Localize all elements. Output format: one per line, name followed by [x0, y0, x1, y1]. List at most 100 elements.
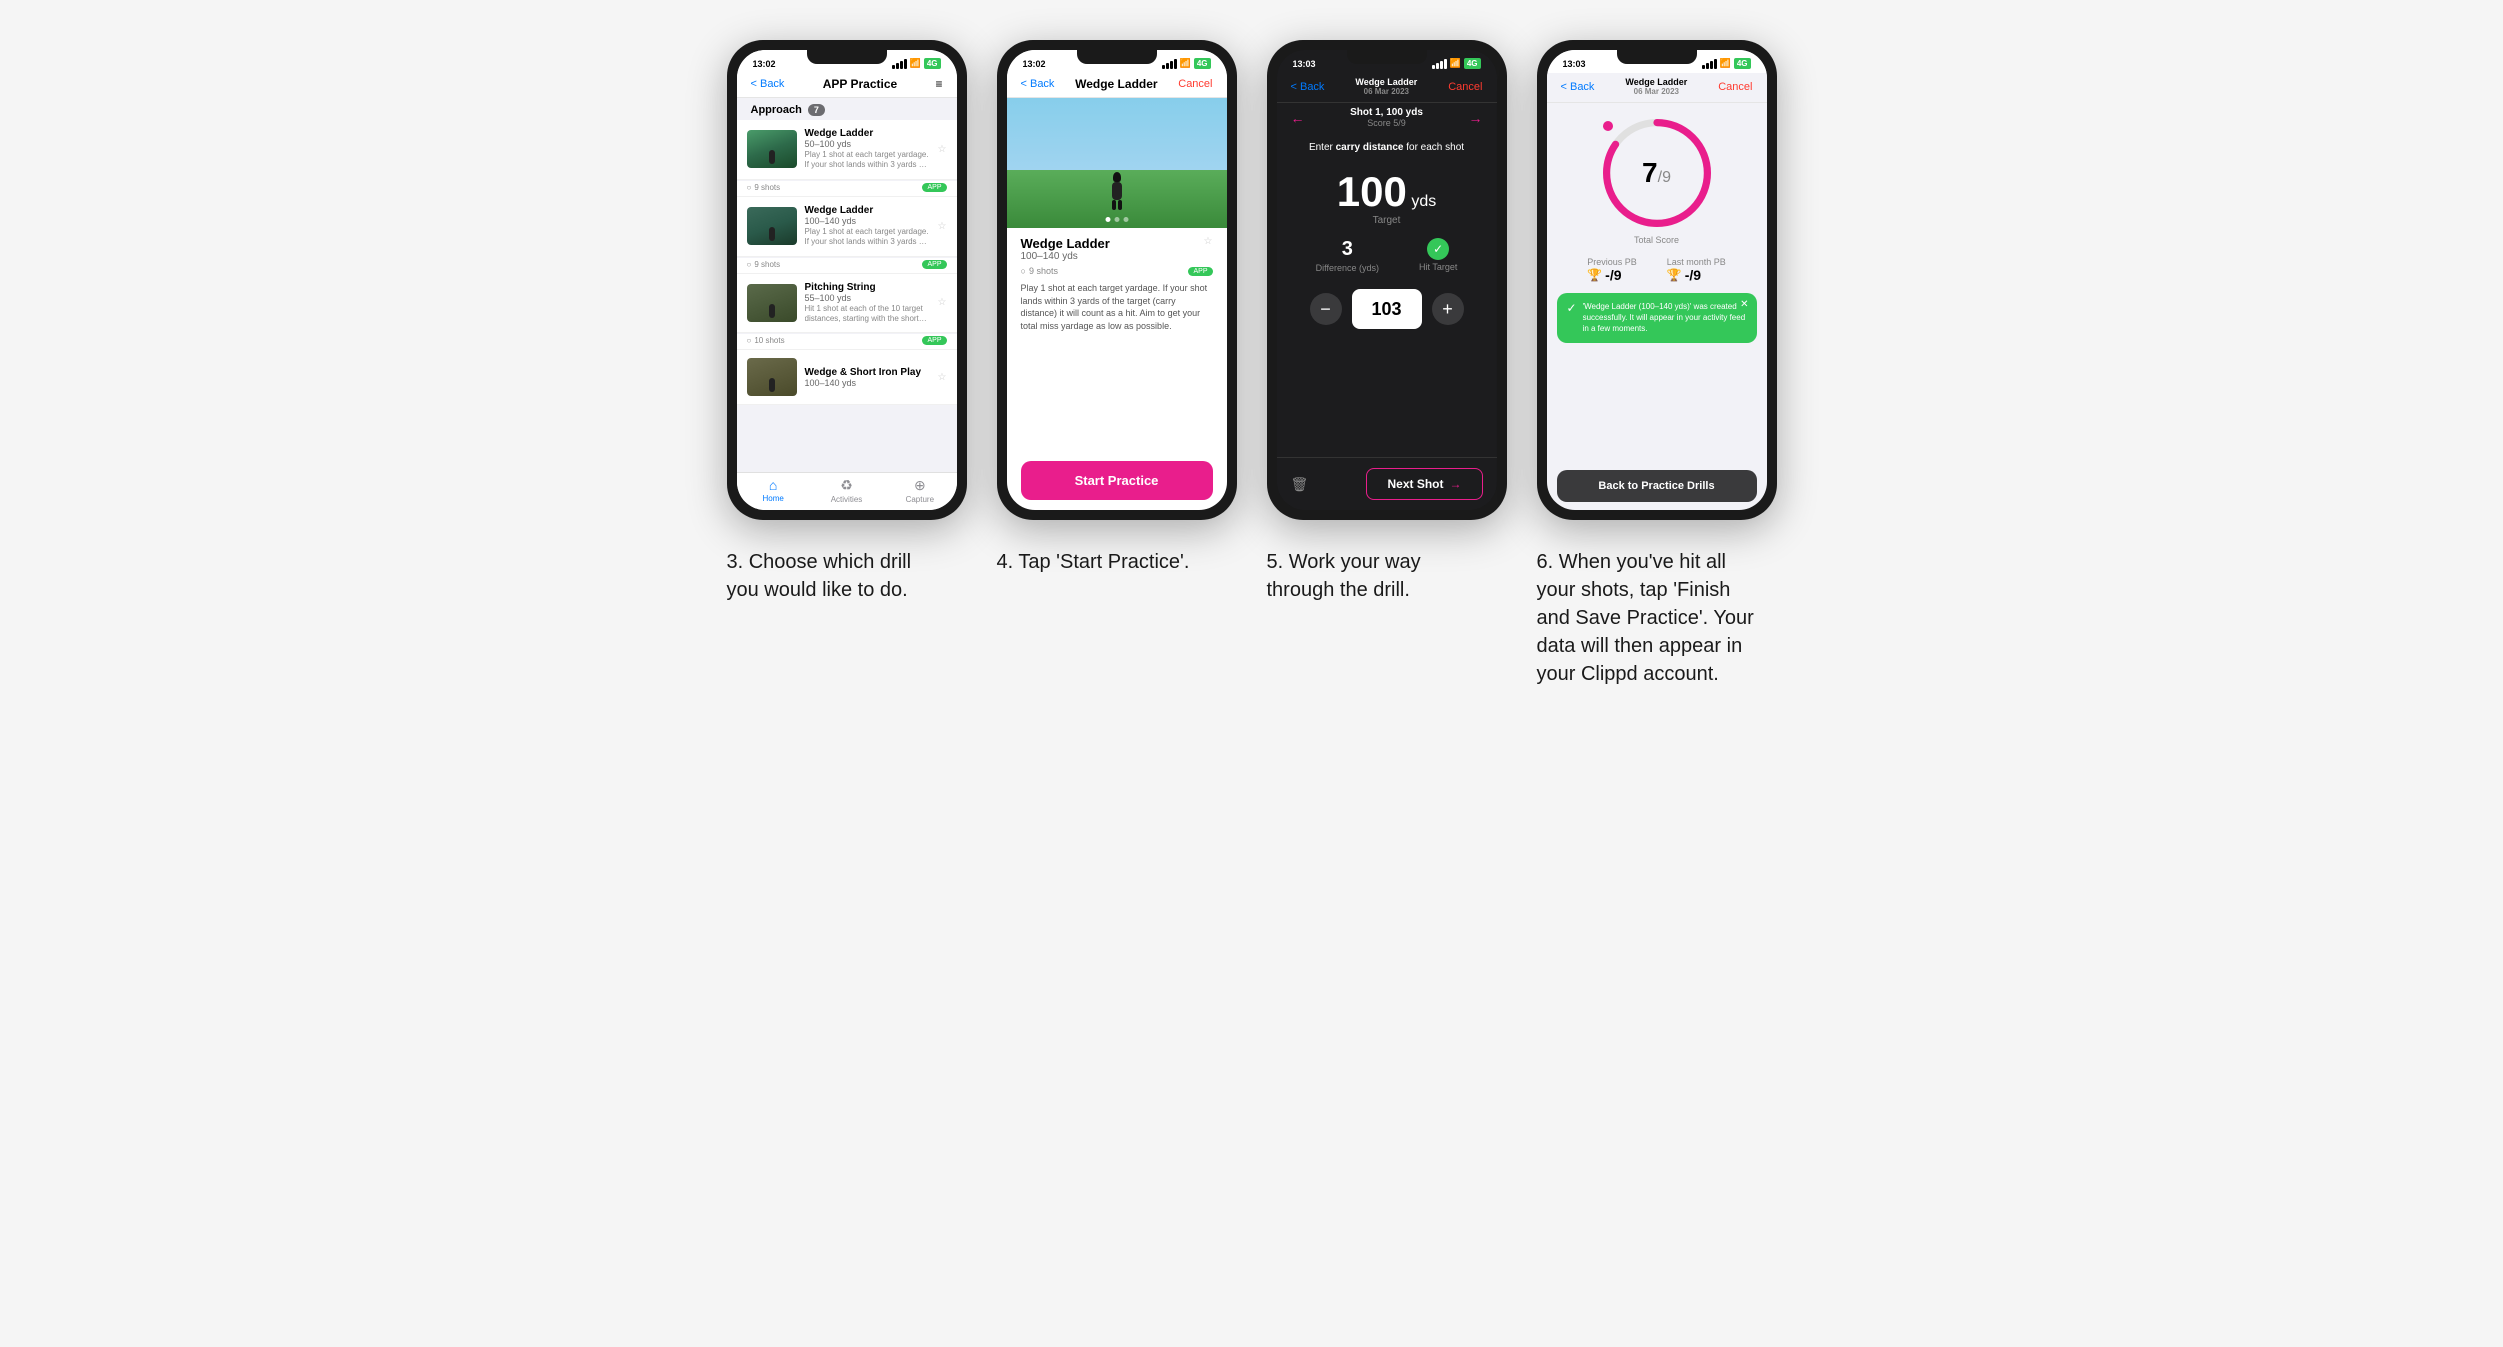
back-btn-3[interactable]: < Back [1291, 81, 1325, 93]
decrement-btn[interactable]: − [1310, 293, 1342, 325]
circle-inner: 7/9 [1642, 157, 1671, 189]
status-icons-1: 📶 4G [892, 58, 941, 69]
drill-name-3: Pitching String [805, 282, 930, 293]
shots-label-3: ○ 10 shots [747, 336, 785, 345]
legs [1112, 200, 1122, 210]
nav-bar-1: < Back APP Practice ≡ [737, 73, 957, 98]
shot-info: Shot 1, 100 yds Score 5/9 [1350, 107, 1423, 128]
thumb-golf-1 [747, 130, 797, 168]
drill-desc-3: Hit 1 shot at each of the 10 target dist… [805, 304, 930, 325]
head [1113, 172, 1121, 182]
cancel-btn-3[interactable]: Cancel [1448, 81, 1482, 93]
trophy-1: 🏆 [1587, 268, 1602, 282]
star-icon-2[interactable]: ☆ [938, 221, 947, 232]
back-to-drills-btn[interactable]: Back to Practice Drills [1557, 470, 1757, 502]
tab-activities[interactable]: ♻ Activities [810, 477, 883, 504]
drill-detail-left: Wedge Ladder 100–140 yds [1021, 236, 1110, 262]
drill-info-3: Pitching String 55–100 yds Hit 1 shot at… [805, 282, 930, 325]
phone-notch-3 [1347, 50, 1427, 64]
phone-frame-2: 13:02 📶 4G < Back Wedge Ladde [997, 40, 1237, 520]
success-text: 'Wedge Ladder (100–140 yds)' was created… [1583, 301, 1747, 335]
drill-thumb-4 [747, 358, 797, 396]
signal-bars-3 [1432, 59, 1447, 69]
phone-frame-3: 13:03 📶 4G < Back [1267, 40, 1507, 520]
score-big: 7 [1642, 157, 1658, 188]
cancel-btn-4[interactable]: Cancel [1718, 81, 1752, 93]
increment-btn[interactable]: + [1432, 293, 1464, 325]
prev-arrow[interactable]: ← [1291, 110, 1305, 126]
tab-activities-label: Activities [831, 495, 863, 504]
phone-section-1: 13:02 📶 4G < Back AP [727, 40, 967, 604]
delete-btn[interactable]: 🗑 [1291, 476, 1309, 493]
back-btn-1[interactable]: < Back [751, 78, 785, 90]
home-icon: ⌂ [769, 477, 777, 493]
star-icon-3[interactable]: ☆ [938, 297, 947, 308]
drill-desc-2: Play 1 shot at each target yardage. If y… [805, 227, 930, 248]
menu-icon-1[interactable]: ≡ [935, 77, 942, 91]
target-yds: 100 [1337, 168, 1407, 215]
signal-bars-2 [1162, 59, 1177, 69]
diff-value: 3 [1342, 238, 1353, 261]
signal-bars-1 [892, 59, 907, 69]
cancel-btn-2[interactable]: Cancel [1178, 78, 1212, 90]
target-row: 100 yds [1337, 171, 1436, 213]
circle-dot [1603, 121, 1613, 131]
drill-yds-4: 100–140 yds [805, 378, 930, 388]
description-1: 3. Choose which drill you would like to … [727, 548, 947, 604]
bar1 [892, 65, 895, 69]
figure-3 [769, 304, 775, 318]
phone-screen-2: 13:02 📶 4G < Back Wedge Ladde [1007, 50, 1227, 510]
status-time-2: 13:02 [1023, 59, 1046, 69]
prev-pb-label: Previous PB [1587, 257, 1637, 267]
next-shot-arrow: → [1450, 477, 1462, 491]
back-btn-2[interactable]: < Back [1021, 78, 1055, 90]
description-3: 5. Work your way through the drill. [1267, 548, 1487, 604]
success-close-btn[interactable]: ✕ [1740, 299, 1748, 310]
phone-section-3: 13:03 📶 4G < Back [1267, 40, 1507, 604]
drill-desc-1: Play 1 shot at each target yardage. If y… [805, 150, 930, 171]
wifi-icon-1: 📶 [910, 58, 921, 69]
tab-home[interactable]: ⌂ Home [737, 477, 810, 504]
figure-1 [769, 150, 775, 164]
shot-label: Shot 1, 100 yds [1350, 107, 1423, 118]
star-icon-1[interactable]: ☆ [938, 144, 947, 155]
body [1112, 182, 1122, 200]
drill-hero-2 [1007, 98, 1227, 228]
next-shot-btn[interactable]: Next Shot → [1366, 468, 1482, 500]
clock-2: ○ [747, 260, 752, 269]
score-sublabel: Total Score [1634, 235, 1679, 245]
drill-item-4[interactable]: Wedge & Short Iron Play 100–140 yds ☆ [737, 350, 957, 405]
start-practice-btn[interactable]: Start Practice [1021, 461, 1213, 500]
next-arrow[interactable]: → [1469, 110, 1483, 126]
yds-input[interactable]: 103 [1352, 289, 1422, 329]
back-btn-4[interactable]: < Back [1561, 81, 1595, 93]
tab-capture[interactable]: ⊕ Capture [883, 477, 956, 504]
next-shot-label: Next Shot [1387, 477, 1443, 491]
drill-item-2[interactable]: Wedge Ladder 100–140 yds Play 1 shot at … [737, 197, 957, 257]
prev-pb-value: 🏆 -/9 [1587, 267, 1637, 283]
spacer-4 [1547, 347, 1767, 466]
phone-screen-4: 13:03 📶 4G < Back [1547, 50, 1767, 510]
tab-home-label: Home [762, 494, 783, 503]
star-icon-detail[interactable]: ☆ [1204, 236, 1213, 247]
wifi-icon-2: 📶 [1180, 58, 1191, 69]
drill-item-1[interactable]: Wedge Ladder 50–100 yds Play 1 shot at e… [737, 120, 957, 180]
drill-thumb-3 [747, 284, 797, 322]
section-label-1: Approach [751, 104, 802, 116]
carry-bold: carry distance [1336, 142, 1404, 153]
sky [1007, 98, 1227, 170]
app-badge-1: APP [922, 183, 946, 192]
score-label-3: Score 5/9 [1350, 118, 1423, 128]
check-icon: ✓ [1433, 242, 1443, 256]
bar3 [900, 61, 903, 69]
drill-item-3[interactable]: Pitching String 55–100 yds Hit 1 shot at… [737, 274, 957, 334]
nav-title-2: Wedge Ladder [1075, 77, 1157, 91]
star-icon-4[interactable]: ☆ [938, 372, 947, 383]
signal-badge: 4G [924, 58, 941, 69]
target-sublabel: Target [1373, 215, 1401, 226]
pb-row: Previous PB 🏆 -/9 Last month PB 🏆 -/9 [1547, 251, 1767, 289]
nav-title-3: Wedge Ladder 06 Mar 2023 [1355, 77, 1417, 96]
drill-meta-2: ○ 9 shots APP [737, 258, 957, 274]
drill-info-1: Wedge Ladder 50–100 yds Play 1 shot at e… [805, 128, 930, 171]
status-icons-3: 📶 4G [1432, 58, 1481, 69]
